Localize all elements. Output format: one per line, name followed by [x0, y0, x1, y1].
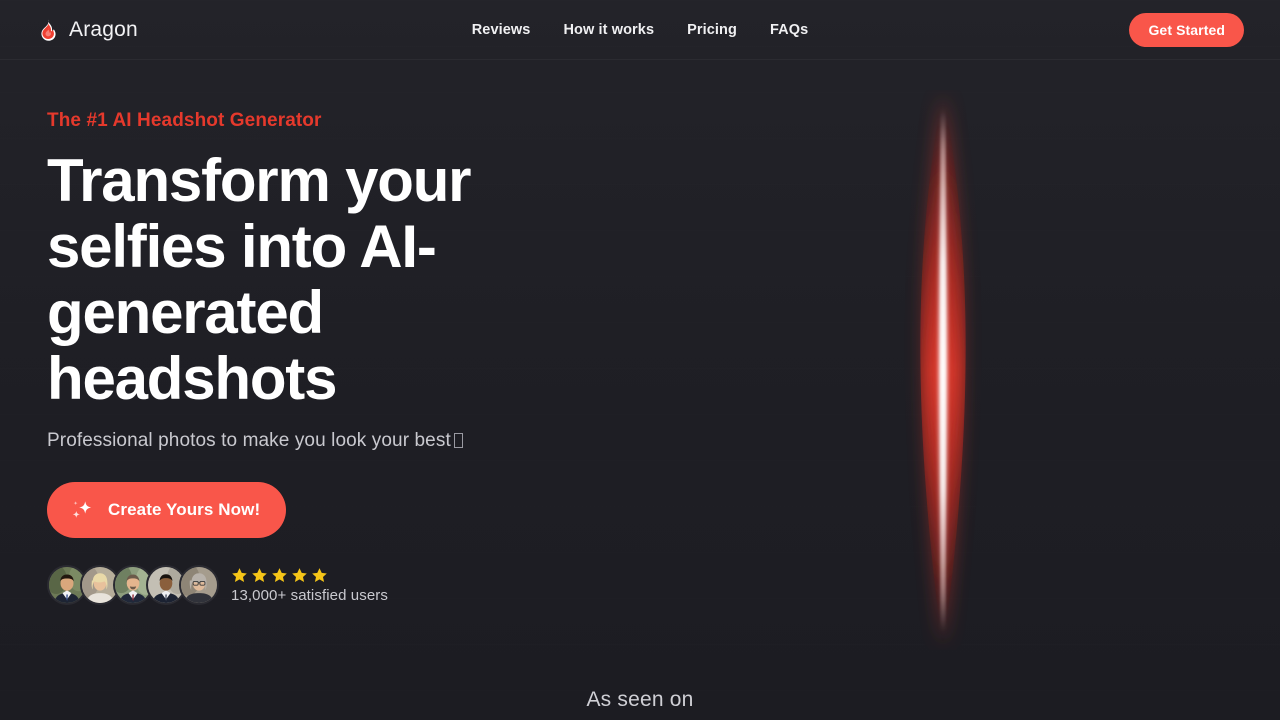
star-rating	[231, 567, 388, 584]
satisfied-users-label: 13,000+ satisfied users	[231, 586, 388, 604]
star-icon	[251, 567, 268, 584]
as-seen-on-label: As seen on	[586, 688, 694, 711]
rating-block: 13,000+ satisfied users	[231, 567, 388, 604]
create-yours-now-label: Create Yours Now!	[108, 500, 261, 519]
hero-subheading-text: Professional photos to make you look you…	[47, 430, 451, 451]
star-icon	[231, 567, 248, 584]
star-icon	[271, 567, 288, 584]
get-started-button[interactable]: Get Started	[1129, 12, 1244, 47]
light-beam-decoration	[868, 90, 1018, 650]
top-navigation-bar: Aragon Reviews How it works Pricing FAQs…	[0, 0, 1280, 60]
nav-links: Reviews How it works Pricing FAQs	[472, 22, 809, 38]
nav-link-pricing[interactable]: Pricing	[687, 22, 737, 38]
page-title: Transform your selfies into AI-generated…	[47, 147, 472, 412]
nav-link-reviews[interactable]: Reviews	[472, 22, 531, 38]
hero-subheading: Professional photos to make you look you…	[47, 430, 620, 452]
landing-page: Aragon Reviews How it works Pricing FAQs…	[0, 0, 1280, 720]
star-icon	[311, 567, 328, 584]
flame-icon	[36, 18, 60, 42]
create-yours-now-button[interactable]: Create Yours Now!	[47, 482, 287, 538]
hero-section: The #1 AI Headshot Generator Transform y…	[0, 60, 620, 605]
brand-logo[interactable]: Aragon	[36, 18, 138, 42]
nav-link-faqs[interactable]: FAQs	[770, 22, 808, 38]
avatar-group	[47, 565, 219, 605]
social-proof: 13,000+ satisfied users	[47, 565, 620, 605]
brand-name: Aragon	[69, 17, 138, 41]
avatar	[179, 565, 219, 605]
missing-glyph-box-icon	[453, 433, 463, 448]
sparkle-icon	[69, 497, 95, 523]
as-seen-on-section: As seen on	[0, 688, 1280, 712]
hero-eyebrow: The #1 AI Headshot Generator	[47, 110, 322, 131]
star-icon	[291, 567, 308, 584]
nav-link-how-it-works[interactable]: How it works	[563, 22, 654, 38]
